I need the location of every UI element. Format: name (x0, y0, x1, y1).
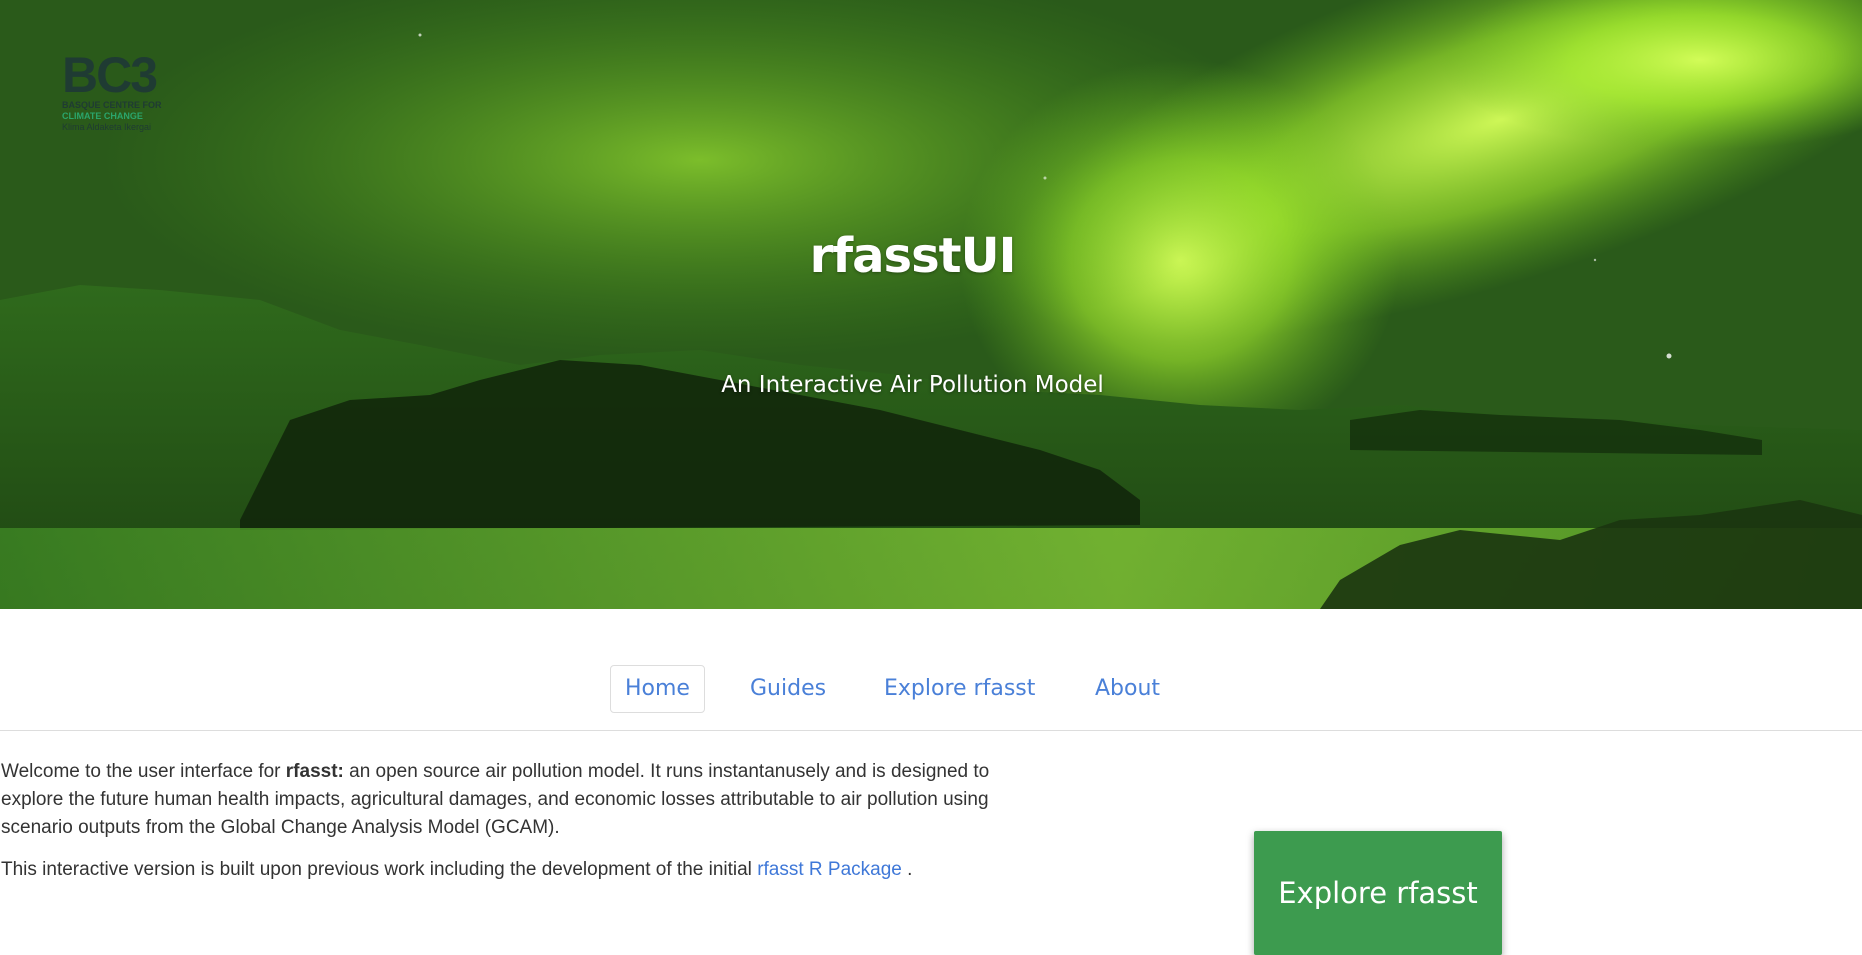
bc3-logo: BC3 BASQUE CENTRE FOR CLIMATE CHANGE Kli… (62, 50, 180, 142)
tab-about[interactable]: About (1080, 665, 1175, 713)
intro-text: Welcome to the user interface for rfasst… (1, 758, 1051, 898)
logo-line-1: BASQUE CENTRE FOR (62, 100, 162, 110)
package-text-end: . (901, 859, 913, 880)
intro-paragraph: Welcome to the user interface for rfasst… (1, 758, 1051, 842)
tab-explore-rfasst[interactable]: Explore rfasst (869, 665, 1050, 713)
tab-home[interactable]: Home (610, 665, 705, 713)
intro-text-bold: rfasst: (285, 761, 344, 782)
page-subtitle: An Interactive Air Pollution Model (721, 372, 1104, 398)
hero-banner: BC3 BASQUE CENTRE FOR CLIMATE CHANGE Kli… (0, 0, 1862, 609)
intro-text-start: Welcome to the user interface for (1, 761, 286, 782)
rfasst-package-link[interactable]: rfasst R Package (757, 859, 902, 880)
aurora-background-image (0, 0, 1862, 609)
logo-mark: BC3 (62, 47, 158, 103)
nav-tabs: Home Guides Explore rfasst About (0, 664, 1862, 731)
logo-line-3: Klima Aldaketa Ikergai (62, 122, 152, 132)
page-title: rfasstUI (809, 228, 1017, 284)
logo-line-2: CLIMATE CHANGE (62, 111, 143, 121)
package-text-start: This interactive version is built upon p… (1, 859, 758, 880)
explore-rfasst-button[interactable]: Explore rfasst (1254, 831, 1502, 955)
tab-guides[interactable]: Guides (735, 665, 841, 713)
package-paragraph: This interactive version is built upon p… (1, 856, 1051, 884)
